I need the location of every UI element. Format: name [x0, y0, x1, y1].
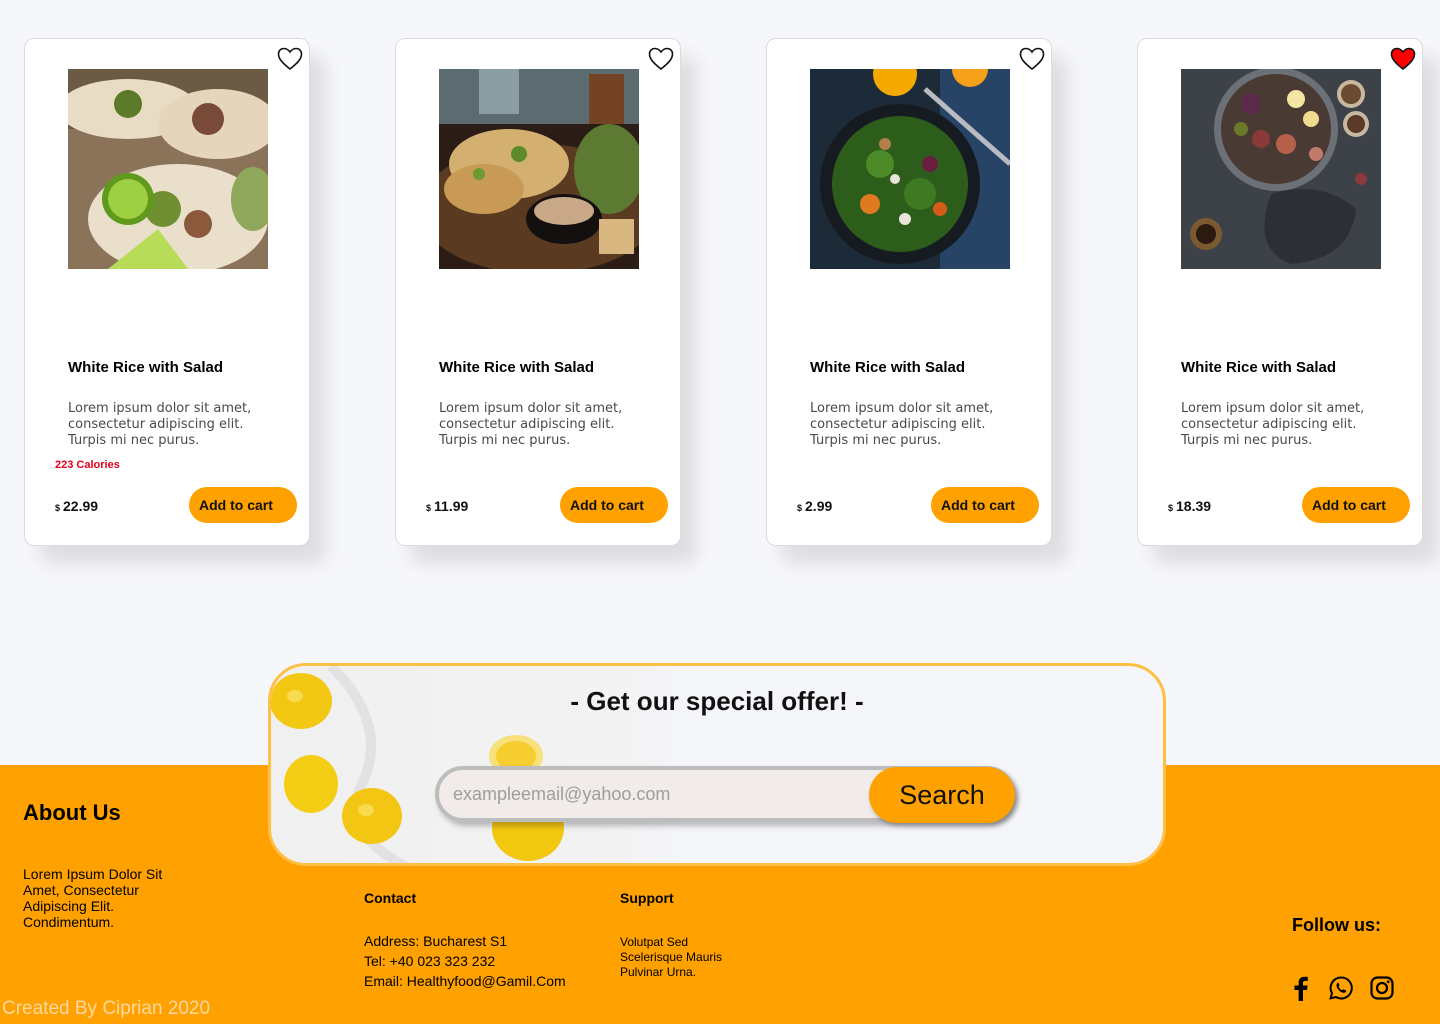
heart-icon[interactable]: [1019, 47, 1045, 71]
add-to-cart-button[interactable]: Add to cart: [931, 487, 1039, 523]
support-text: Volutpat Sed Scelerisque Mauris Pulvinar…: [620, 935, 723, 979]
email-input[interactable]: [453, 778, 863, 810]
contact-title: Contact: [364, 890, 417, 906]
contact-phone: Tel: +40 023 323 232: [364, 953, 496, 969]
price-value: 22.99: [63, 498, 99, 514]
facebook-icon[interactable]: [1288, 975, 1314, 1001]
add-to-cart-button[interactable]: Add to cart: [189, 487, 297, 523]
follow-us-label: Follow us:: [1292, 915, 1381, 935]
credit-text: Created By Ciprian 2020: [2, 998, 211, 1019]
contact-email: Email: Healthyfood@Gamil.Com: [364, 973, 566, 989]
whatsapp-icon[interactable]: [1328, 975, 1354, 1001]
calories-label: 223 Calories: [55, 459, 120, 471]
product-card: White Rice with Salad Lorem ipsum dolor …: [1137, 38, 1423, 546]
card-description: Lorem ipsum dolor sit amet, consectetur …: [810, 401, 994, 448]
product-card: White Rice with Salad Lorem ipsum dolor …: [395, 38, 681, 546]
price-value: 11.99: [434, 498, 469, 514]
currency-symbol: $: [1168, 503, 1174, 513]
contact-address: Address: Bucharest S1: [364, 933, 508, 949]
offer-title: - Get our special offer! -: [570, 686, 864, 716]
email-search-bar: Search: [435, 766, 1015, 823]
card-price: $11.99: [426, 498, 468, 514]
salad-bowl-photo: [810, 69, 1010, 269]
card-title: White Rice with Salad: [810, 359, 966, 376]
card-price: $22.99: [55, 498, 98, 514]
currency-symbol: $: [426, 503, 432, 513]
special-offer-box: - Get our special offer! - Search: [268, 663, 1166, 866]
card-title: White Rice with Salad: [68, 359, 224, 376]
currency-symbol: $: [797, 503, 803, 513]
heart-icon[interactable]: [1390, 47, 1416, 71]
card-title: White Rice with Salad: [1181, 359, 1337, 376]
price-value: 18.39: [1176, 498, 1212, 514]
product-card: White Rice with Salad Lorem ipsum dolor …: [766, 38, 1052, 546]
about-text: Lorem Ipsum Dolor Sit Amet, Consectetur …: [23, 866, 163, 930]
card-description: Lorem ipsum dolor sit amet, consectetur …: [439, 401, 623, 448]
product-card: White Rice with Salad Lorem ipsum dolor …: [24, 38, 310, 546]
currency-symbol: $: [55, 503, 61, 513]
figs-platter-photo: [1181, 69, 1381, 269]
grilled-chicken-photo: [439, 69, 639, 269]
card-price: $2.99: [797, 498, 832, 514]
card-title: White Rice with Salad: [439, 359, 595, 376]
heart-icon[interactable]: [648, 47, 674, 71]
heart-icon[interactable]: [277, 47, 303, 71]
price-value: 2.99: [805, 498, 833, 514]
about-title: About Us: [23, 800, 121, 825]
add-to-cart-button[interactable]: Add to cart: [560, 487, 668, 523]
contact-info: Address: Bucharest S1 Tel: +40 023 323 2…: [364, 931, 566, 991]
add-to-cart-button[interactable]: Add to cart: [1302, 487, 1410, 523]
search-button[interactable]: Search: [869, 767, 1015, 823]
support-title: Support: [620, 890, 674, 906]
card-price: $18.39: [1168, 498, 1211, 514]
card-description: Lorem ipsum dolor sit amet, consectetur …: [68, 401, 252, 448]
card-description: Lorem ipsum dolor sit amet, consectetur …: [1181, 401, 1365, 448]
instagram-icon[interactable]: [1369, 975, 1395, 1001]
tacos-photo: [68, 69, 268, 269]
